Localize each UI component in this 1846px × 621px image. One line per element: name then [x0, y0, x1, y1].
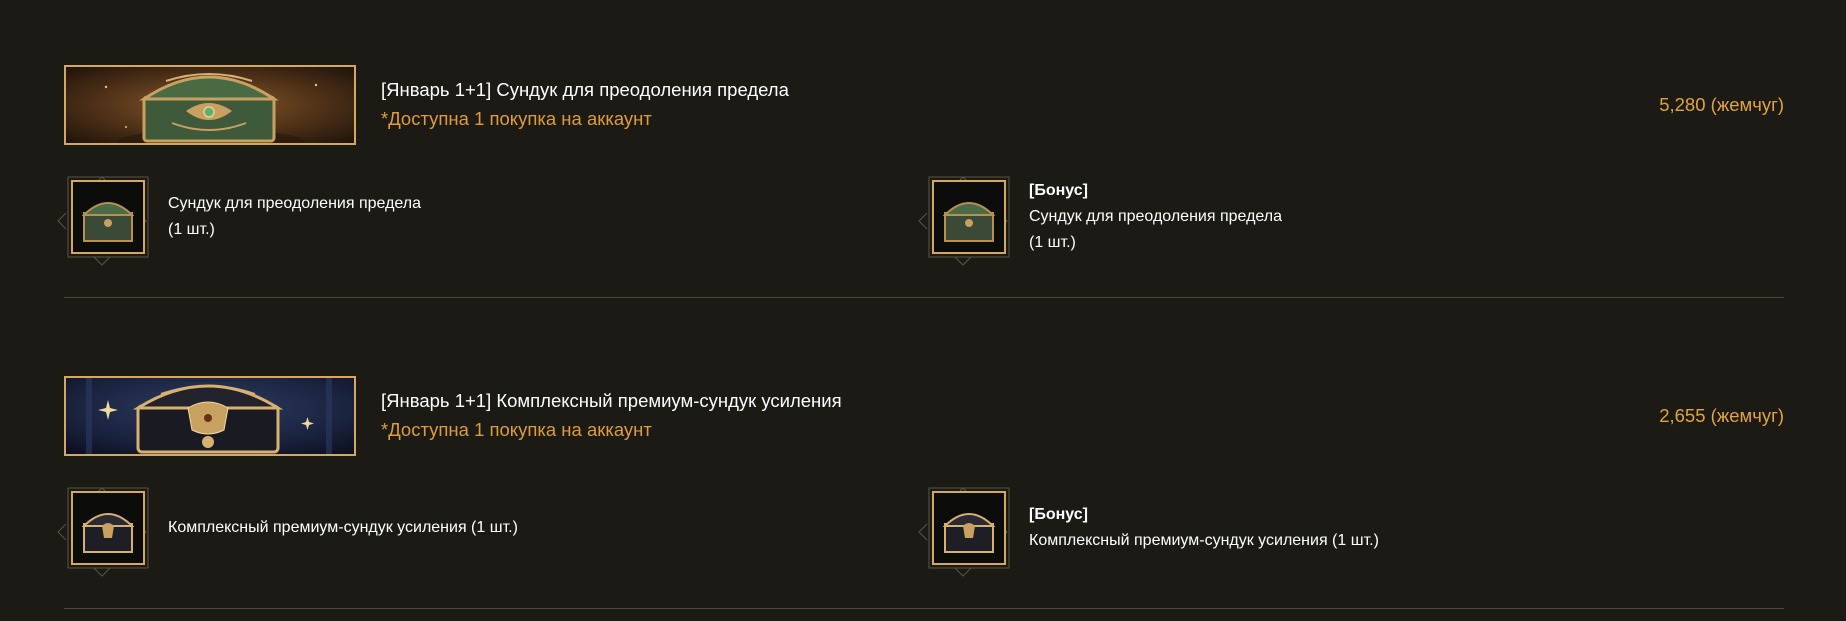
bonus-label: [Бонус] [1029, 182, 1088, 199]
item-slot-chest-icon[interactable] [915, 484, 1015, 580]
item-reward: Сундук для преодоления предела (1 шт.) [54, 173, 754, 266]
item-slot-chest-icon[interactable] [915, 173, 1015, 269]
item-reward: Комплексный премиум-сундук усиления (1 ш… [54, 484, 754, 577]
purchase-limit-note: *Доступна 1 покупка на аккаунт [381, 108, 652, 129]
bonus-label: [Бонус] [1029, 506, 1088, 523]
offer-2: [Январь 1+1] Комплексный премиум-сундук … [57, 311, 1784, 609]
offer-price: 2,655 (жемчуг) [1659, 405, 1784, 426]
offer-banner-image[interactable] [64, 65, 356, 145]
offer-banner-image[interactable] [64, 376, 356, 456]
item-name: Комплексный премиум-сундук усиления (1 ш… [168, 519, 518, 536]
item-name: Сундук для преодоления предела [1029, 208, 1283, 225]
offer-1: [Январь 1+1] Сундук для преодоления пред… [57, 0, 1784, 298]
offer-price: 5,280 (жемчуг) [1659, 94, 1784, 115]
section-divider [64, 608, 1784, 609]
item-quantity: (1 шт.) [1029, 234, 1076, 251]
section-divider [64, 297, 1784, 298]
offer-title: [Январь 1+1] Комплексный премиум-сундук … [381, 390, 842, 411]
offer-title: [Январь 1+1] Сундук для преодоления пред… [381, 79, 789, 100]
item-slot-chest-icon[interactable] [54, 173, 154, 269]
item-quantity: (1 шт.) [168, 221, 215, 238]
item-bonus-reward: [Бонус] Комплексный премиум-сундук усиле… [915, 484, 1615, 577]
item-name: Комплексный премиум-сундук усиления (1 ш… [1029, 532, 1379, 549]
item-bonus-reward: [Бонус] Сундук для преодоления предела (… [915, 173, 1615, 266]
item-slot-chest-icon[interactable] [54, 484, 154, 580]
purchase-limit-note: *Доступна 1 покупка на аккаунт [381, 419, 652, 440]
item-name: Сундук для преодоления предела [168, 195, 422, 212]
